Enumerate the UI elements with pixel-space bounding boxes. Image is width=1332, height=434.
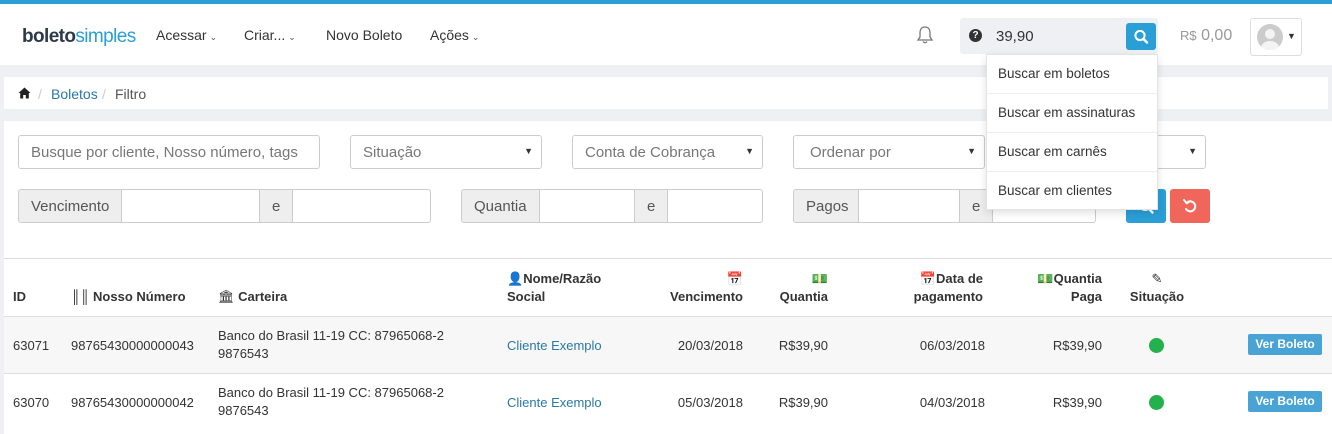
status-paid-indicator xyxy=(1149,395,1164,410)
row-id: 63070 xyxy=(13,395,50,410)
global-search: ? xyxy=(960,18,1158,54)
bell-icon[interactable] xyxy=(916,25,934,45)
search-in-boletos[interactable]: Buscar em boletos xyxy=(987,55,1157,94)
calendar-icon: 📅 xyxy=(726,271,743,286)
row-cliente-link[interactable]: Cliente Exemplo xyxy=(507,337,602,355)
row-quantia-paga: R$39,90 xyxy=(1052,338,1102,353)
quantia-min-input[interactable] xyxy=(539,189,635,223)
pagos-start-input[interactable] xyxy=(858,189,960,223)
account-balance: R$ 0,00 xyxy=(1180,27,1233,44)
search-in-assinaturas[interactable]: Buscar em assinaturas xyxy=(987,94,1157,133)
brand-logo[interactable]: boletosimples xyxy=(22,26,136,48)
row-nosso-numero: 98765430000000043 xyxy=(71,338,194,353)
chevron-down-icon: ⌄ xyxy=(209,32,218,42)
chevron-down-icon: ⌄ xyxy=(471,32,480,42)
filter-situacao-select[interactable]: Situação ▼ xyxy=(350,135,542,169)
search-in-carnes[interactable]: Buscar em carnês xyxy=(987,133,1157,172)
row-id: 63071 xyxy=(13,338,50,353)
search-button[interactable] xyxy=(1126,23,1156,50)
ver-boleto-button[interactable]: Ver Boleto xyxy=(1248,391,1322,412)
caret-down-icon: ▼ xyxy=(745,146,754,156)
barcode-icon: ║║ xyxy=(71,289,90,304)
col-header-quantia[interactable]: 💵 Quantia xyxy=(758,270,828,306)
row-nosso-numero: 98765430000000042 xyxy=(71,395,194,410)
user-icon: 👤 xyxy=(507,271,524,286)
col-header-id[interactable]: ID xyxy=(13,288,26,306)
pagos-label: Pagos xyxy=(793,189,859,223)
table-divider xyxy=(4,258,1332,259)
row-cliente-link[interactable]: Cliente Exemplo xyxy=(507,394,602,412)
col-header-situacao[interactable]: ✎ Situação xyxy=(1128,270,1186,306)
col-header-data-pagamento[interactable]: 📅Data de pagamento xyxy=(885,270,983,306)
col-header-nosso-numero[interactable]: ║║ Nosso Número xyxy=(71,288,186,306)
row-vencimento: 20/03/2018 xyxy=(677,338,743,353)
vencimento-end-input[interactable] xyxy=(292,189,431,223)
nav-novo-boleto[interactable]: Novo Boleto xyxy=(326,27,402,43)
breadcrumb-boletos[interactable]: Boletos xyxy=(51,86,98,102)
caret-down-icon: ▼ xyxy=(1287,31,1296,41)
col-header-quantia-paga[interactable]: 💵Quantia Paga xyxy=(1010,270,1102,306)
vencimento-start-input[interactable] xyxy=(121,189,260,223)
row-data-pagamento: 04/03/2018 xyxy=(919,395,985,410)
breadcrumb-separator: / xyxy=(102,86,106,102)
status-paid-indicator xyxy=(1149,338,1164,353)
calendar-icon: 📅 xyxy=(919,271,937,286)
row-carteira: Banco do Brasil 11-19 CC: 87965068-2 9876… xyxy=(218,385,444,418)
breadcrumb-filtro: Filtro xyxy=(115,86,147,102)
row-carteira: Banco do Brasil 11-19 CC: 87965068-2 9876… xyxy=(218,328,444,361)
quantia-max-input[interactable] xyxy=(667,189,763,223)
undo-icon xyxy=(1183,199,1197,213)
vencimento-label: Vencimento xyxy=(18,189,122,223)
nav-criar[interactable]: Criar... ⌄ xyxy=(244,27,296,43)
user-silhouette-icon xyxy=(1261,29,1279,50)
row-quantia: R$39,90 xyxy=(778,338,828,353)
bank-icon: 🏛 xyxy=(218,289,235,304)
col-header-vencimento[interactable]: 📅 Vencimento xyxy=(643,270,743,306)
search-icon xyxy=(1134,29,1149,44)
chevron-down-icon: ⌄ xyxy=(288,32,296,42)
user-menu-button[interactable]: ▼ xyxy=(1250,18,1302,56)
search-in-clientes[interactable]: Buscar em clientes xyxy=(987,172,1157,211)
filter-conta-select[interactable]: Conta de Cobrança ▼ xyxy=(572,135,763,169)
search-suggestions-dropdown: Buscar em boletos Buscar em assinaturas … xyxy=(986,54,1158,210)
breadcrumb-separator: / xyxy=(38,86,42,102)
filter-query-input[interactable]: Busque por cliente, Nosso número, tags xyxy=(18,135,320,169)
caret-down-icon: ▼ xyxy=(1188,146,1197,156)
home-icon[interactable] xyxy=(18,87,31,99)
row-quantia-paga: R$39,90 xyxy=(1052,395,1102,410)
col-header-nome[interactable]: 👤Nome/Razão Social xyxy=(507,270,601,306)
money-icon: 💵 xyxy=(1037,271,1054,286)
question-circle-icon[interactable]: ? xyxy=(969,29,982,42)
caret-down-icon: ▼ xyxy=(967,146,976,156)
quantia-label: Quantia xyxy=(461,189,540,223)
row-vencimento: 05/03/2018 xyxy=(677,395,743,410)
row-quantia: R$39,90 xyxy=(778,395,828,410)
ver-boleto-button[interactable]: Ver Boleto xyxy=(1248,334,1322,355)
avatar xyxy=(1257,24,1283,50)
filter-ordenar-select[interactable]: Ordenar por ▼ xyxy=(793,135,985,169)
money-icon: 💵 xyxy=(811,271,828,286)
nav-acessar[interactable]: Acessar ⌄ xyxy=(156,27,217,43)
caret-down-icon: ▼ xyxy=(524,146,533,156)
row-data-pagamento: 06/03/2018 xyxy=(919,338,985,353)
quantia-and-label: e xyxy=(634,189,668,223)
edit-icon: ✎ xyxy=(1151,271,1163,286)
filter-reset-button[interactable] xyxy=(1170,189,1210,223)
col-header-carteira[interactable]: 🏛 Carteira xyxy=(218,288,287,306)
vencimento-and-label: e xyxy=(259,189,293,223)
nav-acoes[interactable]: Ações ⌄ xyxy=(430,27,479,43)
global-search-input[interactable] xyxy=(988,18,1124,54)
